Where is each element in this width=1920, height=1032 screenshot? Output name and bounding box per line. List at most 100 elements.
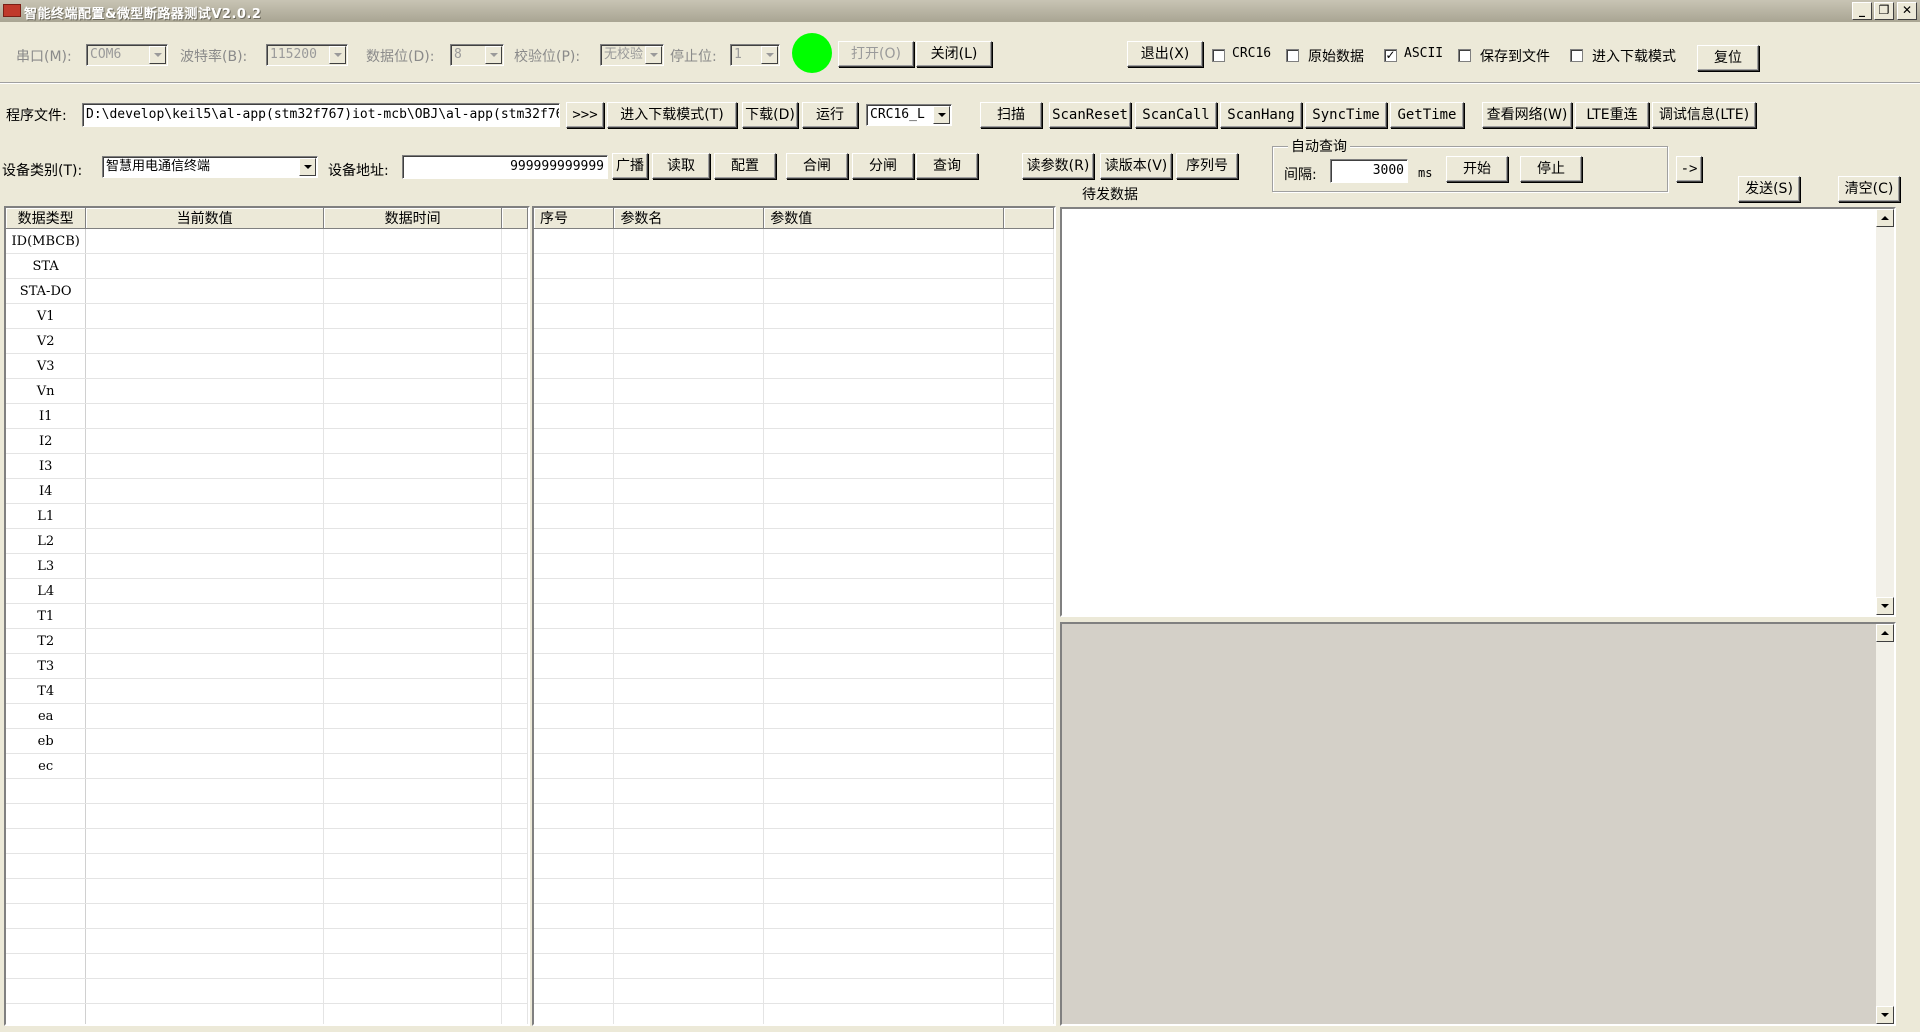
parity-select[interactable]: 无校验 (600, 44, 664, 66)
sync-time-button[interactable]: SyncTime (1305, 102, 1387, 128)
table-row[interactable]: Vn (6, 378, 528, 404)
table-cell[interactable] (501, 678, 528, 704)
table-cell[interactable] (323, 278, 503, 304)
table-cell[interactable] (501, 553, 528, 579)
table-cell[interactable] (1003, 778, 1054, 804)
table-cell[interactable] (323, 303, 503, 329)
table-row[interactable] (6, 778, 528, 804)
table-row[interactable]: L2 (6, 528, 528, 554)
table-cell[interactable] (763, 803, 1005, 829)
table-cell[interactable] (1003, 428, 1054, 454)
table-cell[interactable] (85, 853, 324, 879)
table-cell[interactable] (501, 278, 528, 304)
column-header[interactable]: 序号 (534, 208, 615, 229)
get-time-button[interactable]: GetTime (1390, 102, 1464, 128)
table-cell[interactable] (85, 278, 324, 304)
table-cell[interactable] (323, 528, 503, 554)
table-cell[interactable] (501, 803, 528, 829)
table-cell[interactable] (613, 253, 765, 279)
table-cell[interactable] (613, 478, 765, 504)
table-row[interactable]: T1 (6, 603, 528, 629)
table-cell[interactable] (534, 328, 615, 354)
table-cell[interactable] (763, 678, 1005, 704)
table-row[interactable] (534, 528, 1054, 554)
table-cell[interactable] (1003, 478, 1054, 504)
table-row[interactable] (534, 378, 1054, 404)
open-port-button[interactable]: 打开(O) (838, 41, 914, 67)
browse-button[interactable]: >>> (566, 102, 604, 128)
table-cell[interactable] (1003, 253, 1054, 279)
read-params-button[interactable]: 读参数(R) (1022, 153, 1094, 179)
table-cell[interactable] (323, 478, 503, 504)
table-row[interactable] (534, 753, 1054, 779)
table-cell[interactable] (763, 303, 1005, 329)
table-cell[interactable] (323, 628, 503, 654)
close-port-button[interactable]: 关闭(L) (916, 41, 992, 67)
exit-button[interactable]: 退出(X) (1127, 41, 1203, 67)
table-cell[interactable] (1003, 628, 1054, 654)
interval-field[interactable]: 3000 (1330, 159, 1408, 183)
param-table[interactable]: 序号 参数名 参数值 (532, 206, 1056, 1026)
table-cell[interactable] (534, 828, 615, 854)
table-cell[interactable] (323, 453, 503, 479)
table-cell[interactable] (534, 953, 615, 979)
table-row[interactable] (534, 578, 1054, 604)
table-cell[interactable] (763, 978, 1005, 1004)
table-cell[interactable] (501, 1003, 528, 1024)
table-cell[interactable] (763, 603, 1005, 629)
table-cell[interactable] (534, 378, 615, 404)
table-cell[interactable] (613, 728, 765, 754)
table-cell[interactable] (1003, 903, 1054, 929)
table-cell[interactable] (1003, 928, 1054, 954)
table-cell[interactable] (85, 378, 324, 404)
table-cell[interactable] (534, 853, 615, 879)
table-cell[interactable] (1003, 403, 1054, 429)
table-cell[interactable] (85, 303, 324, 329)
clear-button[interactable]: 清空(C) (1838, 176, 1900, 202)
column-header[interactable]: 数据时间 (323, 208, 503, 229)
table-cell[interactable] (613, 303, 765, 329)
table-cell[interactable] (323, 903, 503, 929)
table-row[interactable] (534, 853, 1054, 879)
table-cell[interactable] (85, 903, 324, 929)
table-cell[interactable] (1003, 1003, 1054, 1024)
table-cell[interactable] (85, 478, 324, 504)
table-cell[interactable] (501, 253, 528, 279)
table-cell[interactable] (501, 628, 528, 654)
table-cell[interactable] (613, 928, 765, 954)
table-cell[interactable] (501, 728, 528, 754)
table-row[interactable]: ea (6, 703, 528, 729)
table-cell[interactable] (763, 378, 1005, 404)
scan-call-button[interactable]: ScanCall (1135, 102, 1217, 128)
table-cell[interactable] (763, 853, 1005, 879)
table-row[interactable] (534, 428, 1054, 454)
table-cell[interactable] (763, 578, 1005, 604)
column-header[interactable]: 参数值 (763, 208, 1005, 229)
table-cell[interactable] (501, 603, 528, 629)
table-row[interactable] (534, 978, 1054, 1004)
table-cell[interactable] (85, 578, 324, 604)
table-cell[interactable] (323, 253, 503, 279)
table-cell[interactable] (613, 953, 765, 979)
table-row[interactable] (534, 903, 1054, 929)
table-cell[interactable] (85, 603, 324, 629)
table-cell[interactable] (85, 503, 324, 529)
table-cell[interactable] (323, 603, 503, 629)
table-cell[interactable] (1003, 703, 1054, 729)
table-cell[interactable] (501, 578, 528, 604)
table-row[interactable] (534, 453, 1054, 479)
table-row[interactable] (6, 953, 528, 979)
table-cell[interactable] (501, 353, 528, 379)
table-cell[interactable] (534, 353, 615, 379)
table-cell[interactable] (534, 603, 615, 629)
config-button[interactable]: 配置 (714, 153, 776, 179)
table-cell[interactable] (763, 553, 1005, 579)
table-cell[interactable] (1003, 603, 1054, 629)
table-cell[interactable] (613, 228, 765, 254)
table-row[interactable] (6, 978, 528, 1004)
table-cell[interactable] (323, 828, 503, 854)
program-path-field[interactable]: D:\develop\keil5\al-app(stm32f767)iot-mc… (82, 103, 560, 127)
table-cell[interactable] (534, 278, 615, 304)
table-cell[interactable] (501, 778, 528, 804)
table-cell[interactable] (763, 728, 1005, 754)
